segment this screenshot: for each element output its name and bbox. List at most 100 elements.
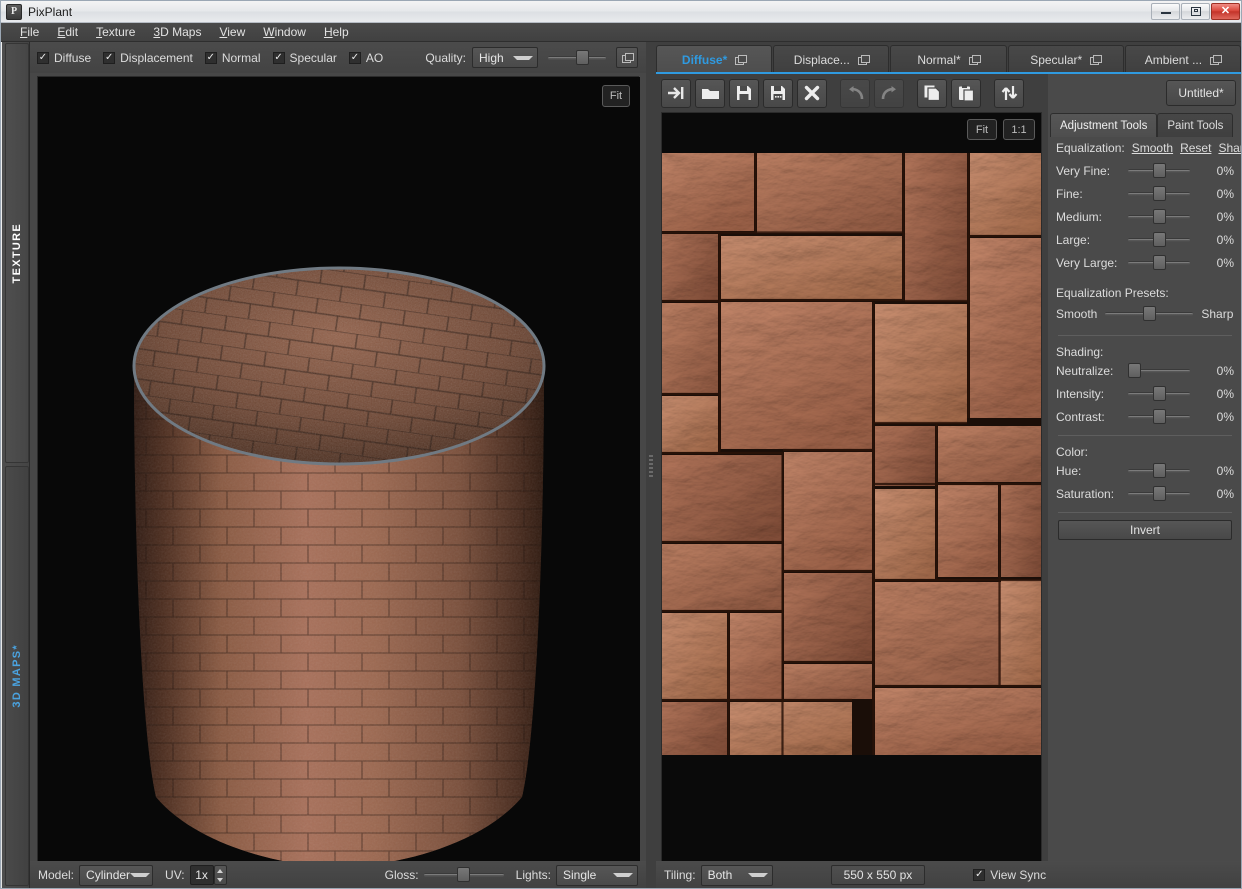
gloss-slider-thumb[interactable] bbox=[456, 867, 470, 882]
intensity-label: Intensity: bbox=[1056, 386, 1105, 401]
status-bar-3d: Model: Cylinder UV: 1x Gloss: Lights: Si… bbox=[30, 861, 646, 888]
neutralize-slider-thumb[interactable] bbox=[1128, 362, 1141, 378]
menu-help[interactable]: Help bbox=[315, 23, 358, 41]
tab-normal[interactable]: Normal* bbox=[890, 45, 1007, 73]
rail-tab-3d-maps[interactable]: 3D MAPS* bbox=[5, 466, 29, 886]
invert-button[interactable]: Invert bbox=[1058, 520, 1232, 540]
popout-window-icon[interactable] bbox=[735, 54, 748, 65]
large-slider-thumb[interactable] bbox=[1153, 231, 1166, 247]
popout-window-icon[interactable] bbox=[968, 54, 981, 65]
equalization-smooth-link[interactable]: Smooth bbox=[1132, 141, 1173, 155]
tab-ambient-occlusion[interactable]: Ambient ... bbox=[1124, 45, 1241, 73]
checkbox-ao[interactable]: ✓ bbox=[348, 51, 361, 64]
texture-viewport[interactable]: Fit 1:1 ? bbox=[661, 112, 1042, 888]
lights-select[interactable]: Single bbox=[556, 864, 638, 886]
tab-diffuse[interactable]: Diffuse* bbox=[656, 45, 773, 73]
redo-button[interactable] bbox=[874, 78, 904, 108]
image-size-display[interactable]: 550 x 550 px bbox=[830, 865, 926, 885]
presets-slider-thumb[interactable] bbox=[1143, 306, 1157, 321]
very-large-slider[interactable] bbox=[1128, 254, 1190, 271]
neutralize-slider[interactable] bbox=[1128, 362, 1190, 379]
redo-icon bbox=[881, 85, 896, 99]
quality-select[interactable]: High bbox=[472, 47, 538, 68]
hue-slider[interactable] bbox=[1128, 462, 1190, 479]
tiling-select[interactable]: Both bbox=[700, 864, 773, 886]
document-name-button[interactable]: Untitled* bbox=[1166, 80, 1236, 106]
intensity-slider-thumb[interactable] bbox=[1153, 385, 1166, 401]
very-fine-slider-thumb[interactable] bbox=[1153, 162, 1166, 178]
model-select[interactable]: Cylinder bbox=[79, 864, 154, 886]
contrast-slider[interactable] bbox=[1128, 408, 1190, 425]
checkbox-specular[interactable]: ✓ bbox=[272, 51, 285, 64]
hue-slider-thumb[interactable] bbox=[1153, 462, 1166, 478]
popout-window-icon[interactable] bbox=[857, 54, 870, 65]
checkbox-diffuse[interactable]: ✓ bbox=[37, 51, 49, 64]
fine-value: 0% bbox=[1216, 186, 1234, 201]
checkbox-view-sync[interactable]: ✓ bbox=[973, 869, 986, 881]
large-slider[interactable] bbox=[1128, 231, 1190, 248]
fine-slider-thumb[interactable] bbox=[1153, 185, 1166, 201]
popout-window-icon[interactable] bbox=[1210, 54, 1223, 65]
paste-button[interactable] bbox=[951, 78, 981, 108]
toggle-displacement[interactable]: ✓ Displacement bbox=[103, 51, 193, 65]
minimize-button[interactable] bbox=[1151, 3, 1180, 20]
saturation-slider[interactable] bbox=[1128, 485, 1190, 502]
menu-3dmaps[interactable]: 3D Maps bbox=[144, 23, 210, 41]
toggle-specular[interactable]: ✓ Specular bbox=[272, 51, 337, 65]
tab-paint-tools[interactable]: Paint Tools bbox=[1157, 113, 1234, 137]
menu-window[interactable]: Window bbox=[254, 23, 315, 41]
adjustment-panel: Untitled* Adjustment Tools Paint Tools E… bbox=[1048, 74, 1241, 888]
popout-3d-button[interactable] bbox=[616, 47, 638, 68]
checkbox-normal[interactable]: ✓ bbox=[204, 51, 217, 64]
copy-button[interactable] bbox=[917, 78, 947, 108]
medium-slider[interactable] bbox=[1128, 208, 1190, 225]
tab-specular[interactable]: Specular* bbox=[1007, 45, 1124, 73]
medium-slider-thumb[interactable] bbox=[1153, 208, 1166, 224]
intensity-slider[interactable] bbox=[1128, 385, 1190, 402]
gloss-slider[interactable] bbox=[423, 867, 504, 883]
undo-button[interactable] bbox=[840, 78, 870, 108]
viewport-3d[interactable]: Fit ? bbox=[37, 76, 640, 888]
toggle-ao[interactable]: ✓ AO bbox=[348, 51, 383, 65]
import-icon-button[interactable] bbox=[661, 78, 691, 108]
menu-view[interactable]: View bbox=[210, 23, 254, 41]
uv-value[interactable]: 1x bbox=[189, 865, 214, 885]
rail-tab-texture[interactable]: TEXTURE bbox=[5, 43, 29, 463]
fit-button-3d[interactable]: Fit bbox=[602, 85, 630, 107]
close-map-button[interactable] bbox=[797, 78, 827, 108]
fine-slider[interactable] bbox=[1128, 185, 1190, 202]
menu-file[interactable]: File bbox=[11, 23, 48, 41]
maximize-button[interactable] bbox=[1181, 3, 1210, 20]
very-large-slider-thumb[interactable] bbox=[1153, 254, 1166, 270]
uv-stepper[interactable] bbox=[213, 865, 227, 885]
very-fine-slider[interactable] bbox=[1128, 162, 1190, 179]
contrast-slider-thumb[interactable] bbox=[1153, 408, 1166, 424]
equalization-sharp-link[interactable]: Sharp bbox=[1218, 141, 1241, 155]
tiling-label: Tiling: bbox=[664, 868, 696, 882]
menu-edit[interactable]: Edit bbox=[48, 23, 87, 41]
saturation-slider-thumb[interactable] bbox=[1153, 485, 1166, 501]
one-to-one-button[interactable]: 1:1 bbox=[1003, 119, 1035, 140]
popout-window-icon[interactable] bbox=[1090, 54, 1103, 65]
checkbox-displacement[interactable]: ✓ bbox=[103, 51, 116, 64]
status-bar-texture: Tiling: Both 550 x 550 px ✓ View Sync bbox=[656, 861, 1241, 888]
save-as-button[interactable] bbox=[763, 78, 793, 108]
presets-slider[interactable] bbox=[1105, 306, 1194, 322]
view-sync-toggle[interactable]: ✓ View Sync bbox=[973, 868, 1046, 882]
quality-value: High bbox=[479, 50, 504, 65]
swap-maps-button[interactable] bbox=[994, 78, 1024, 108]
equalization-reset-link[interactable]: Reset bbox=[1180, 141, 1211, 155]
fine-label: Fine: bbox=[1056, 186, 1083, 201]
toggle-diffuse[interactable]: ✓ Diffuse bbox=[37, 51, 91, 65]
open-folder-button[interactable] bbox=[695, 78, 725, 108]
tab-displacement[interactable]: Displace... bbox=[773, 45, 890, 73]
quality-slider[interactable] bbox=[548, 49, 606, 66]
fit-button-texture[interactable]: Fit bbox=[967, 119, 997, 140]
quality-slider-thumb[interactable] bbox=[576, 49, 589, 65]
toggle-normal[interactable]: ✓ Normal bbox=[204, 51, 261, 65]
panel-splitter[interactable] bbox=[646, 42, 656, 888]
tab-adjustment-tools[interactable]: Adjustment Tools bbox=[1050, 113, 1158, 137]
close-button[interactable]: ✕ bbox=[1211, 3, 1240, 20]
menu-texture[interactable]: Texture bbox=[87, 23, 144, 41]
save-button[interactable] bbox=[729, 78, 759, 108]
